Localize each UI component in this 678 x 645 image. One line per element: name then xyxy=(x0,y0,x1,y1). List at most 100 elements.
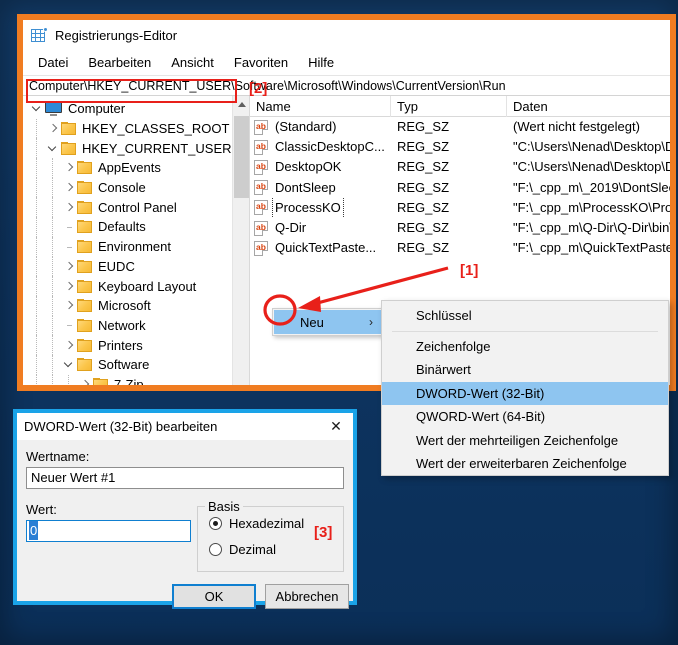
tree-item-7-zip[interactable]: 7-Zip xyxy=(23,374,231,385)
ok-button[interactable]: OK xyxy=(172,584,256,609)
submenu-item-qword-wert-64-bit[interactable]: QWORD-Wert (64-Bit) xyxy=(382,405,668,429)
value-name-text: DontSleep xyxy=(275,179,336,195)
tree-guide-line xyxy=(36,197,37,218)
menubar-item-datei[interactable]: Datei xyxy=(29,53,77,72)
tree-item-microsoft[interactable]: Microsoft xyxy=(23,295,231,316)
tree-item-eudc[interactable]: EUDC xyxy=(23,256,231,277)
tree-item-printers[interactable]: Printers xyxy=(23,335,231,355)
tree-vertical-scrollbar[interactable] xyxy=(232,96,249,385)
submenu-item-zeichenfolge[interactable]: Zeichenfolge xyxy=(382,335,668,359)
close-icon[interactable]: ✕ xyxy=(319,413,353,440)
chevron-right-icon[interactable] xyxy=(61,197,77,217)
radio-hexadezimal[interactable]: Hexadezimal xyxy=(209,516,304,531)
table-row[interactable]: ab ProcessKO REG_SZ "F:\_cpp_m\ProcessKO\Pr… xyxy=(250,197,670,218)
string-value-icon: ab xyxy=(254,139,268,155)
tree-item-defaults[interactable]: Defaults xyxy=(23,217,231,237)
tree-item-computer[interactable]: Computer xyxy=(23,99,231,119)
cell-value-name: ab QuickTextPaste... xyxy=(250,238,391,258)
tree-item-appevents[interactable]: AppEvents xyxy=(23,158,231,178)
table-row[interactable]: ab DesktopOK REG_SZ "C:\Users\Nenad\Desktop… xyxy=(250,157,670,177)
tree-item-label: HKEY_CURRENT_USER xyxy=(82,140,232,156)
cancel-button[interactable]: Abbrechen xyxy=(265,584,349,609)
table-row[interactable]: ab (Standard) REG_SZ (Wert nicht festgelegt… xyxy=(250,117,670,137)
tree-item-console[interactable]: Console xyxy=(23,177,231,198)
column-header-name[interactable]: Name xyxy=(250,96,391,117)
folder-icon xyxy=(77,358,92,372)
tree-leaf-marker xyxy=(61,316,77,336)
chevron-right-icon[interactable] xyxy=(61,296,77,316)
cell-value-type: REG_SZ xyxy=(397,219,450,235)
tree-item-hkey-current-user[interactable]: HKEY_CURRENT_USER xyxy=(23,138,232,159)
dialog-titlebar: DWORD-Wert (32-Bit) bearbeiten ✕ xyxy=(17,413,353,440)
chevron-down-icon[interactable] xyxy=(61,355,77,375)
tree-guide-line xyxy=(68,374,69,385)
submenu-item-wert-der-erweiterbaren-zeichenfolge[interactable]: Wert der erweiterbaren Zeichenfolge xyxy=(382,452,668,476)
tree-item-label: AppEvents xyxy=(98,160,161,176)
chevron-right-icon[interactable] xyxy=(61,158,77,178)
radio-dezimal[interactable]: Dezimal xyxy=(209,542,276,557)
value-name-input[interactable]: Neuer Wert #1 xyxy=(26,467,344,489)
cell-value-type: REG_SZ xyxy=(397,139,450,155)
tree-guide-line xyxy=(36,118,37,139)
table-row[interactable]: ab ClassicDesktopC... REG_SZ "C:\Users\Nena… xyxy=(250,137,670,157)
folder-icon xyxy=(77,279,92,293)
chevron-down-icon[interactable] xyxy=(45,138,61,158)
menubar-item-ansicht[interactable]: Ansicht xyxy=(162,53,223,72)
tree-guide-line xyxy=(52,276,53,296)
cell-value-name: ab Q-Dir xyxy=(250,218,391,238)
cell-value-type: REG_SZ xyxy=(397,119,450,134)
radio-dezimal-dot xyxy=(209,543,222,556)
annotation-circle xyxy=(263,294,297,326)
registry-path-bar[interactable]: Computer\HKEY_CURRENT_USER\Software\Micr… xyxy=(23,75,670,96)
tree-item-network[interactable]: Network xyxy=(23,315,231,336)
tree-guide-line xyxy=(36,256,37,277)
menubar-item-favoriten[interactable]: Favoriten xyxy=(225,53,297,72)
tree-guide-line xyxy=(52,374,53,385)
annotation-badge-2: [2] xyxy=(249,80,268,97)
tree-guide-line xyxy=(36,335,37,355)
radio-hexadezimal-label: Hexadezimal xyxy=(229,516,305,531)
scroll-up-arrow-icon[interactable] xyxy=(233,96,249,113)
folder-icon xyxy=(77,299,92,313)
tree-guide-line xyxy=(36,177,37,198)
registry-tree[interactable]: Computer HKEY_CLASSES_ROOT HKEY_CURRENT_US… xyxy=(23,96,232,385)
radio-hexadezimal-dot xyxy=(209,517,222,530)
tree-guide-line xyxy=(36,315,37,336)
tree-guide-line xyxy=(36,236,37,257)
chevron-right-icon[interactable] xyxy=(61,335,77,355)
folder-icon xyxy=(77,161,92,175)
value-name-label: Wertname: xyxy=(26,449,90,464)
table-row[interactable]: ab QuickTextPaste... REG_SZ "F:\_cpp_m\Quic… xyxy=(250,238,670,258)
tree-guide-line xyxy=(52,315,53,336)
menubar-item-hilfe[interactable]: Hilfe xyxy=(299,53,343,72)
cell-value-name: ab ClassicDesktopC... xyxy=(250,137,391,157)
chevron-right-icon[interactable] xyxy=(45,119,61,139)
submenu-item-dword-wert-32-bit[interactable]: DWORD-Wert (32-Bit) xyxy=(382,381,668,405)
tree-item-label: Software xyxy=(98,357,150,373)
chevron-right-icon[interactable] xyxy=(61,257,77,277)
tree-item-label: HKEY_CLASSES_ROOT xyxy=(82,121,230,137)
column-header-typ[interactable]: Typ xyxy=(391,96,507,117)
tree-item-environment[interactable]: Environment xyxy=(23,236,231,257)
window-title: Registrierungs-Editor xyxy=(55,27,178,43)
submenu-item-bin-rwert[interactable]: Binärwert xyxy=(382,358,668,382)
table-row[interactable]: ab DontSleep REG_SZ "F:\_cpp_m\_2019\DontSl… xyxy=(250,178,670,198)
chevron-right-icon[interactable] xyxy=(61,276,77,296)
chevron-right-icon[interactable] xyxy=(77,375,93,385)
submenu-item-wert-der-mehrteiligen-zeichenfolge[interactable]: Wert der mehrteiligen Zeichenfolge xyxy=(382,429,668,453)
column-header-daten[interactable]: Daten xyxy=(507,96,670,117)
folder-icon xyxy=(77,259,92,273)
chevron-down-icon[interactable] xyxy=(29,99,45,119)
value-data-input[interactable]: 0 xyxy=(26,520,191,542)
chevron-right-icon[interactable] xyxy=(61,178,77,198)
cell-value-name: ab ProcessKO xyxy=(250,197,391,218)
tree-guide-line xyxy=(52,256,53,277)
scrollbar-thumb[interactable] xyxy=(234,116,249,198)
table-row[interactable]: ab Q-Dir REG_SZ "F:\_cpp_m\Q-Dir\Q-Dir\bin\… xyxy=(250,218,670,238)
tree-item-software[interactable]: Software xyxy=(23,354,231,375)
tree-item-keyboard-layout[interactable]: Keyboard Layout xyxy=(23,276,231,296)
submenu-separator xyxy=(392,330,658,332)
tree-item-control-panel[interactable]: Control Panel xyxy=(23,197,231,218)
menubar-item-bearbeiten[interactable]: Bearbeiten xyxy=(79,53,160,72)
tree-item-hkey-classes-root[interactable]: HKEY_CLASSES_ROOT xyxy=(23,118,231,139)
